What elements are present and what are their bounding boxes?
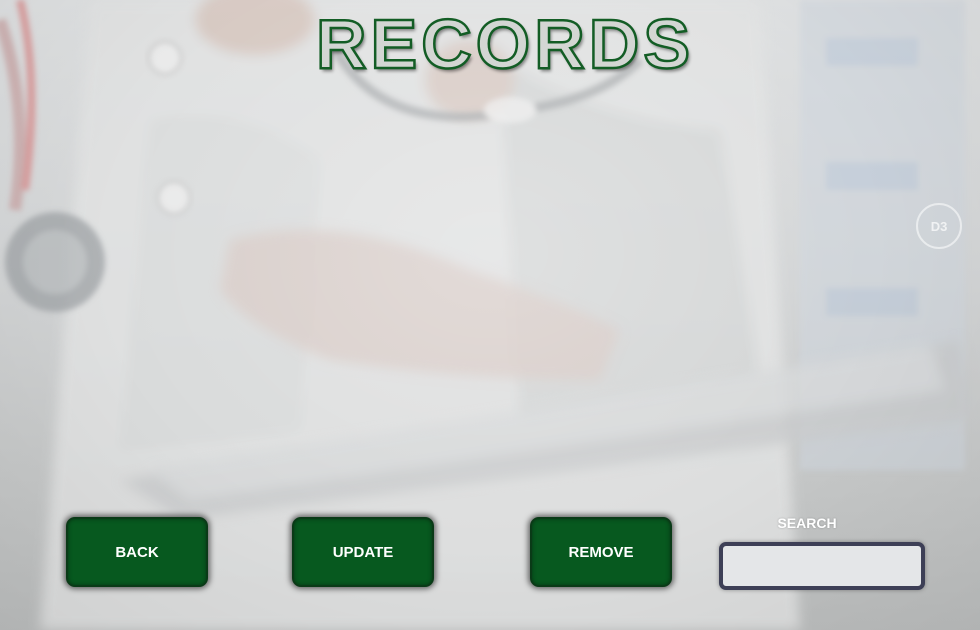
search-input[interactable] — [719, 542, 925, 590]
search-label: SEARCH — [777, 515, 837, 531]
watermark-logo: D3 — [916, 203, 962, 249]
back-button[interactable]: BACK — [66, 517, 208, 587]
update-button[interactable]: UPDATE — [292, 517, 434, 587]
page-title: RECORDS — [315, 4, 695, 85]
remove-button[interactable]: REMOVE — [530, 517, 672, 587]
